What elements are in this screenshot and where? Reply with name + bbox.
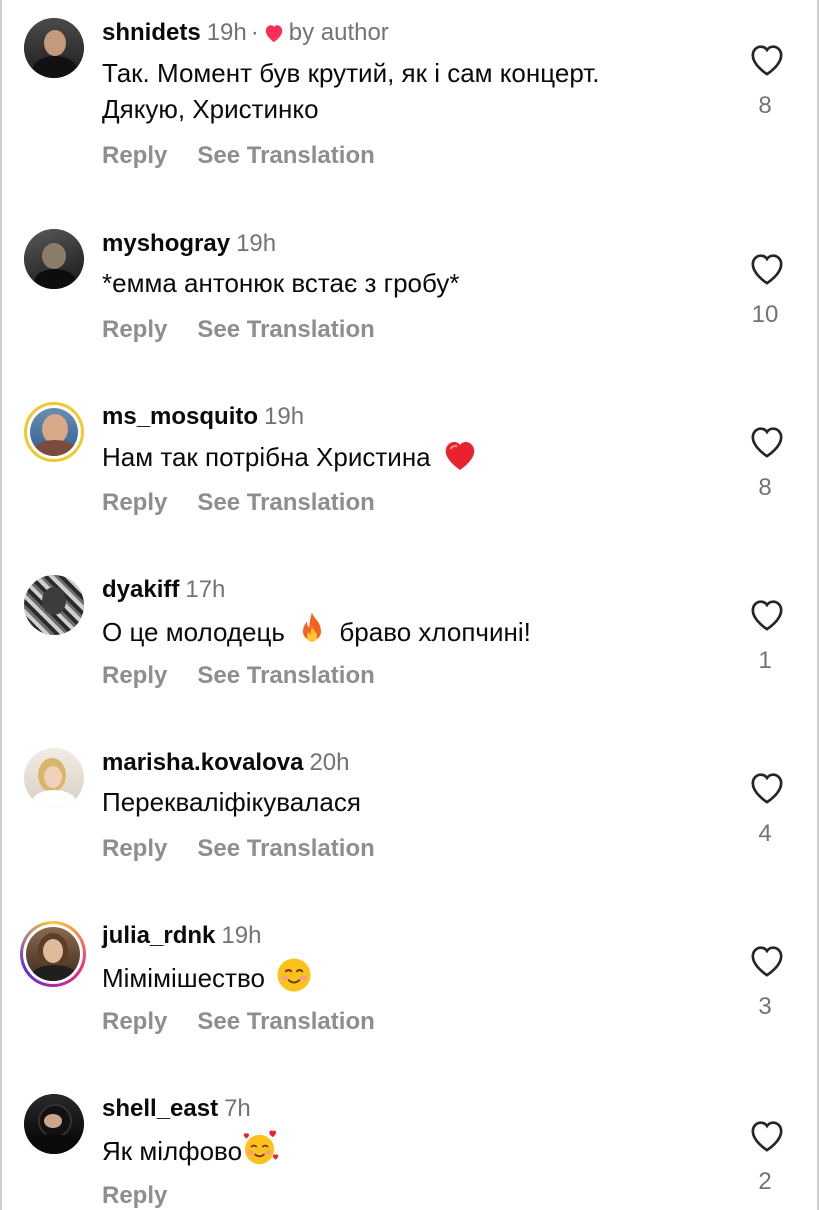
comment-actions: Reply See Translation (102, 1008, 375, 1036)
comment-item: julia_rdnk 19h Мімімішество Reply See Tran… (0, 905, 819, 1078)
comment-text-line: Так. Момент був крутий, як і сам концерт… (102, 58, 600, 88)
comment-meta: ms_mosquito 19h (102, 402, 304, 432)
like-count: 8 (758, 92, 772, 119)
comment-item: marisha.kovalova 20h Перекваліфікувалася … (0, 732, 819, 905)
avatar[interactable] (24, 1094, 84, 1154)
avatar[interactable] (20, 921, 86, 987)
reply-button[interactable]: Reply (102, 316, 167, 343)
username[interactable]: shnidets (102, 19, 201, 46)
comment-text: Як мілфово (102, 1130, 732, 1175)
comment-item: shnidets 19h · by author Так. Момент був кр… (0, 0, 819, 173)
like-heart-icon[interactable] (747, 595, 787, 635)
timestamp: 19h (236, 230, 277, 257)
comment-text: Так. Момент був крутий, як і сам концерт… (102, 55, 732, 127)
avatar[interactable] (24, 748, 84, 808)
timestamp: 19h (264, 403, 305, 430)
comment-text-line: Дякую, Христинко (102, 94, 319, 124)
see-translation-button[interactable]: See Translation (197, 489, 374, 516)
like-count: 10 (751, 301, 779, 328)
comment-text-content: Нам так потрібна Христина (102, 442, 431, 472)
reply-button[interactable]: Reply (102, 1008, 167, 1035)
comment-text-content: браво хлопчині! (339, 617, 531, 647)
comment-text-content: О це молодець (102, 617, 285, 647)
comment-item: ms_mosquito 19h Нам так потрібна Христина… (0, 386, 819, 559)
timestamp: 20h (309, 749, 350, 776)
like-count: 1 (758, 647, 772, 674)
comment-meta: shell_east 7h (102, 1094, 251, 1124)
comment-text: Мімімішество (102, 957, 732, 1002)
timestamp: 17h (185, 576, 226, 603)
like-heart-icon[interactable] (747, 40, 787, 80)
reply-button[interactable]: Reply (102, 489, 167, 516)
like-count: 4 (758, 820, 772, 847)
comment-actions: Reply See Translation (102, 316, 375, 344)
username[interactable]: marisha.kovalova (102, 749, 303, 776)
comment-actions: Reply See Translation (102, 662, 375, 690)
comment-actions: Reply See Translation (102, 489, 375, 517)
comment-meta: marisha.kovalova 20h (102, 748, 350, 778)
smiling-blush-emoji-icon (276, 957, 312, 1002)
comment-actions: Reply See Translation (102, 142, 375, 170)
see-translation-button[interactable]: See Translation (197, 662, 374, 689)
comment-item: myshogray 19h *емма антонюк встає з гробу… (0, 213, 819, 386)
avatar[interactable] (24, 402, 84, 462)
timestamp: 19h (206, 19, 247, 46)
comment-text: Нам так потрібна Христина (102, 438, 732, 481)
comment-text: *емма антонюк встає з гробу* (102, 268, 460, 298)
like-heart-icon[interactable] (747, 1116, 787, 1156)
avatar[interactable] (24, 575, 84, 635)
comment-meta: myshogray 19h (102, 229, 276, 259)
comment-actions: Reply (102, 1182, 167, 1210)
comment-text-content: Мімімішество (102, 963, 265, 993)
reply-button[interactable]: Reply (102, 662, 167, 689)
comment-meta: julia_rdnk 19h (102, 921, 261, 951)
like-heart-icon[interactable] (747, 249, 787, 289)
see-translation-button[interactable]: See Translation (197, 316, 374, 343)
reply-button[interactable]: Reply (102, 835, 167, 862)
comment-meta: dyakiff 17h (102, 575, 225, 605)
by-author-label: by author (288, 19, 389, 46)
smiling-face-with-hearts-emoji-icon (242, 1130, 280, 1175)
see-translation-button[interactable]: See Translation (197, 835, 374, 862)
comment-item: shell_east 7h Як мілфово Reply 2 (0, 1078, 819, 1210)
like-heart-icon[interactable] (747, 422, 787, 462)
avatar[interactable] (24, 229, 84, 289)
reply-button[interactable]: Reply (102, 1182, 167, 1209)
comment-text: О це молодець браво хлопчині! (102, 611, 732, 656)
username[interactable]: julia_rdnk (102, 922, 215, 949)
like-count: 2 (758, 1168, 772, 1195)
separator: · (250, 19, 259, 46)
see-translation-button[interactable]: See Translation (197, 142, 374, 169)
username[interactable]: ms_mosquito (102, 403, 258, 430)
timestamp: 7h (224, 1095, 251, 1122)
timestamp: 19h (221, 922, 262, 949)
comment-actions: Reply See Translation (102, 835, 375, 863)
reply-button[interactable]: Reply (102, 142, 167, 169)
fire-emoji-icon (296, 611, 328, 656)
author-liked-heart-icon (263, 21, 285, 51)
see-translation-button[interactable]: See Translation (197, 1008, 374, 1035)
comment-text-content: Як мілфово (102, 1136, 243, 1166)
comment-meta: shnidets 19h · by author (102, 18, 389, 51)
username[interactable]: myshogray (102, 230, 230, 257)
red-heart-emoji-icon (442, 438, 478, 481)
like-count: 3 (758, 993, 772, 1020)
like-count: 8 (758, 474, 772, 501)
username[interactable]: dyakiff (102, 576, 179, 603)
avatar[interactable] (24, 18, 84, 78)
like-heart-icon[interactable] (747, 941, 787, 981)
comment-item: dyakiff 17h О це молодець браво хлопчині!… (0, 559, 819, 732)
comment-text: Перекваліфікувалася (102, 787, 361, 817)
like-heart-icon[interactable] (747, 768, 787, 808)
username[interactable]: shell_east (102, 1095, 218, 1122)
